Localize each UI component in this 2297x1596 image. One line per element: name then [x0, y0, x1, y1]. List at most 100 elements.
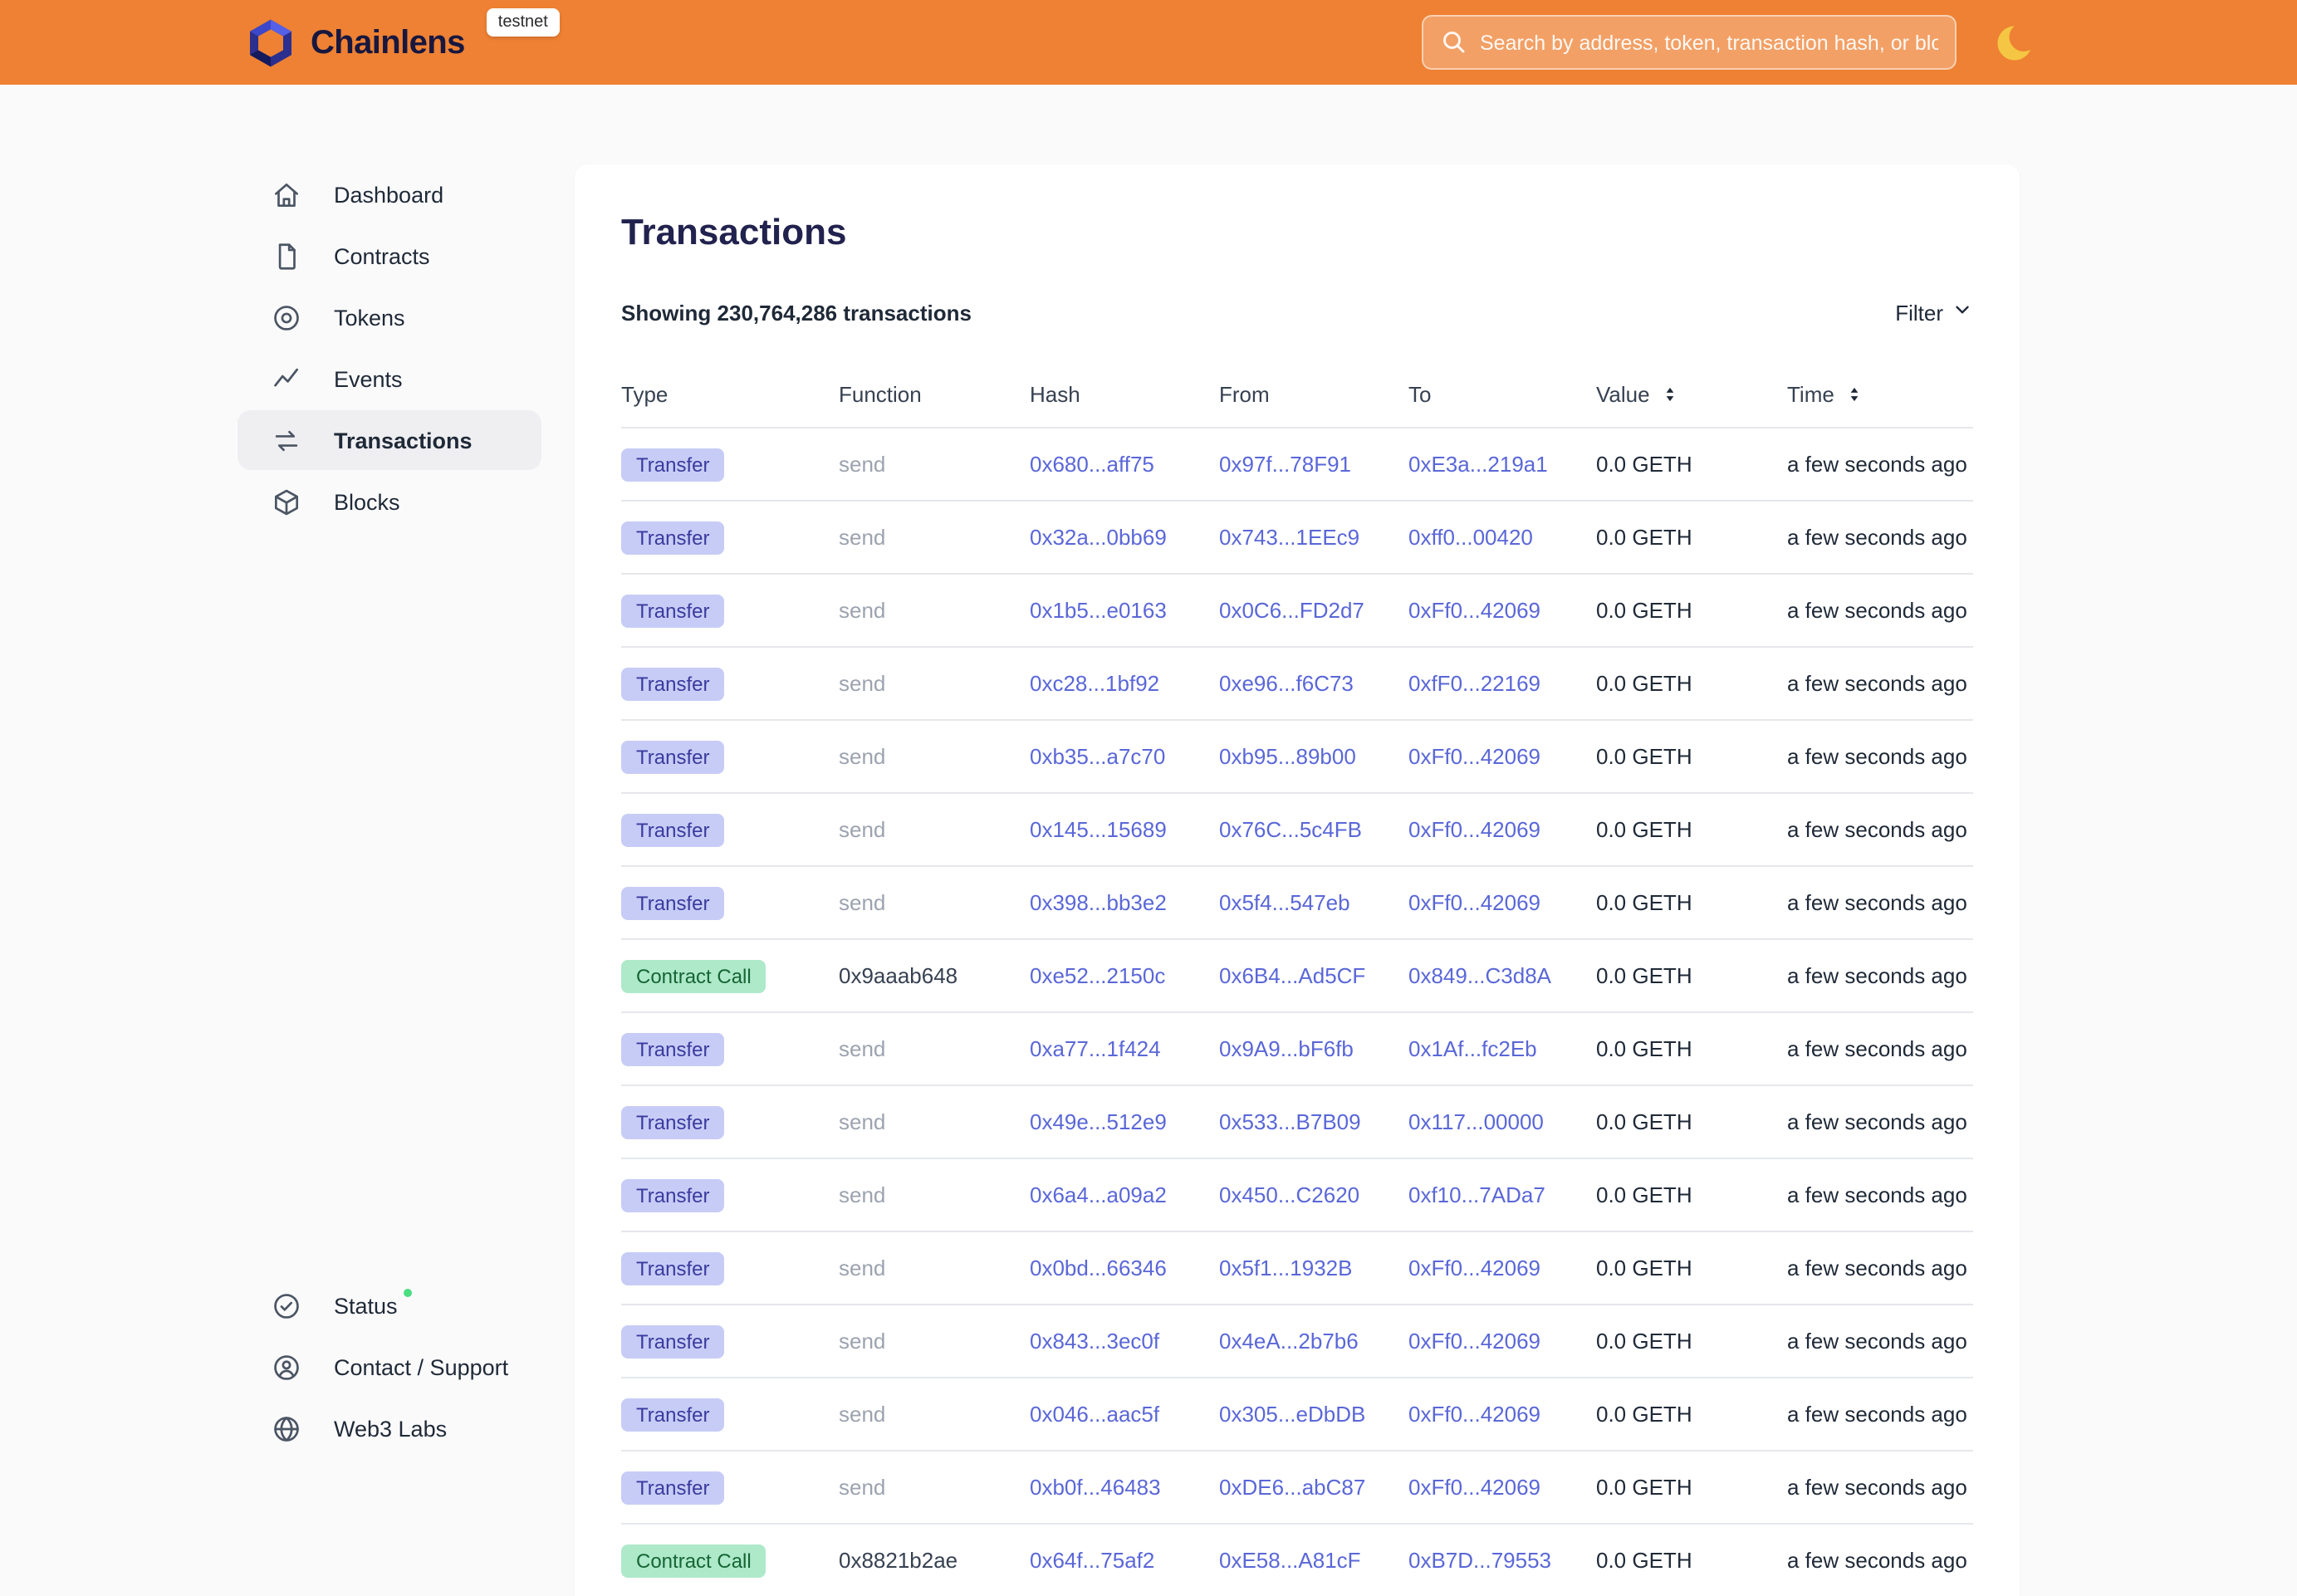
hash-link[interactable]: 0x1b5...e0163 [1030, 598, 1219, 623]
from-link[interactable]: 0x4eA...2b7b6 [1219, 1329, 1408, 1354]
value-cell: 0.0 GETH [1596, 1109, 1787, 1134]
to-link[interactable]: 0x1Af...fc2Eb [1408, 1036, 1596, 1061]
search-input[interactable] [1422, 15, 1957, 70]
status-check-circle-icon [271, 1290, 302, 1321]
type-badge: Transfer [621, 1398, 724, 1431]
function-cell: send [839, 525, 1030, 550]
to-link[interactable]: 0xFf0...42069 [1408, 1329, 1596, 1354]
hash-link[interactable]: 0x49e...512e9 [1030, 1109, 1219, 1134]
from-link[interactable]: 0xE58...A81cF [1219, 1548, 1408, 1573]
sidebar-item-contact-support[interactable]: Contact / Support [238, 1337, 541, 1397]
from-link[interactable]: 0x76C...5c4FB [1219, 817, 1408, 842]
activity-chart-icon [271, 363, 302, 394]
sidebar-item-tokens[interactable]: Tokens [238, 287, 541, 347]
from-link[interactable]: 0x6B4...Ad5CF [1219, 963, 1408, 988]
hash-link[interactable]: 0x680...aff75 [1030, 452, 1219, 477]
to-link[interactable]: 0xFf0...42069 [1408, 1256, 1596, 1280]
from-link[interactable]: 0x5f4...547eb [1219, 890, 1408, 915]
type-badge: Transfer [621, 667, 724, 700]
function-cell: 0x9aaab648 [839, 963, 1030, 988]
hash-link[interactable]: 0xb35...a7c70 [1030, 744, 1219, 769]
column-header-value: Value [1596, 382, 1787, 407]
page-title: Transactions [621, 211, 1973, 254]
to-link[interactable]: 0xFf0...42069 [1408, 744, 1596, 769]
hash-link[interactable]: 0x64f...75af2 [1030, 1548, 1219, 1573]
value-cell: 0.0 GETH [1596, 452, 1787, 477]
sidebar-item-blocks[interactable]: Blocks [238, 472, 541, 531]
time-cell: a few seconds ago [1787, 525, 1973, 550]
to-link[interactable]: 0xff0...00420 [1408, 525, 1596, 550]
to-link[interactable]: 0xFf0...42069 [1408, 817, 1596, 842]
from-link[interactable]: 0xb95...89b00 [1219, 744, 1408, 769]
from-link[interactable]: 0x743...1EEc9 [1219, 525, 1408, 550]
sidebar-item-label: Tokens [334, 305, 405, 330]
function-cell: send [839, 1475, 1030, 1500]
from-link[interactable]: 0xe96...f6C73 [1219, 671, 1408, 696]
top-header-bar: Chainlens testnet [0, 0, 2297, 85]
sidebar-item-label: Web3 Labs [334, 1416, 447, 1441]
function-cell: send [839, 1036, 1030, 1061]
time-cell: a few seconds ago [1787, 1329, 1973, 1354]
from-link[interactable]: 0xDE6...abC87 [1219, 1475, 1408, 1500]
type-badge: Transfer [621, 448, 724, 481]
to-link[interactable]: 0x117...00000 [1408, 1109, 1596, 1134]
support-person-circle-icon [271, 1351, 302, 1383]
from-link[interactable]: 0x97f...78F91 [1219, 452, 1408, 477]
function-cell: send [839, 1402, 1030, 1427]
table-row: Contract Call 0x8821b2ae 0x64f...75af2 0… [621, 1525, 1973, 1596]
from-link[interactable]: 0x9A9...bF6fb [1219, 1036, 1408, 1061]
filter-button[interactable]: Filter [1895, 299, 1973, 326]
to-link[interactable]: 0xFf0...42069 [1408, 598, 1596, 623]
type-badge: Transfer [621, 521, 724, 554]
from-link[interactable]: 0x450...C2620 [1219, 1182, 1408, 1207]
hash-link[interactable]: 0xb0f...46483 [1030, 1475, 1219, 1500]
sidebar-item-status[interactable]: Status [238, 1275, 541, 1335]
hash-link[interactable]: 0xa77...1f424 [1030, 1036, 1219, 1061]
to-link[interactable]: 0xFf0...42069 [1408, 890, 1596, 915]
type-badge: Transfer [621, 1178, 724, 1212]
sort-icon-value[interactable] [1660, 384, 1682, 405]
from-link[interactable]: 0x533...B7B09 [1219, 1109, 1408, 1134]
column-header-time-label: Time [1787, 382, 1834, 407]
to-link[interactable]: 0xB7D...79553 [1408, 1548, 1596, 1573]
hash-link[interactable]: 0x145...15689 [1030, 817, 1219, 842]
hash-link[interactable]: 0x0bd...66346 [1030, 1256, 1219, 1280]
from-link[interactable]: 0x305...eDbDB [1219, 1402, 1408, 1427]
table-row: Transfer send 0x32a...0bb69 0x743...1EEc… [621, 502, 1973, 575]
to-link[interactable]: 0xFf0...42069 [1408, 1475, 1596, 1500]
status-online-dot [404, 1288, 413, 1297]
to-link[interactable]: 0xFf0...42069 [1408, 1402, 1596, 1427]
search-icon [1438, 27, 1468, 56]
hash-link[interactable]: 0x843...3ec0f [1030, 1329, 1219, 1354]
to-link[interactable]: 0x849...C3d8A [1408, 963, 1596, 988]
time-cell: a few seconds ago [1787, 817, 1973, 842]
moon-icon[interactable] [1993, 21, 2036, 64]
function-cell: send [839, 452, 1030, 477]
hash-link[interactable]: 0xc28...1bf92 [1030, 671, 1219, 696]
hash-link[interactable]: 0x32a...0bb69 [1030, 525, 1219, 550]
column-header-type: Type [621, 382, 839, 407]
to-link[interactable]: 0xfF0...22169 [1408, 671, 1596, 696]
value-cell: 0.0 GETH [1596, 890, 1787, 915]
hash-link[interactable]: 0x6a4...a09a2 [1030, 1182, 1219, 1207]
hash-link[interactable]: 0x046...aac5f [1030, 1402, 1219, 1427]
table-row: Transfer send 0xa77...1f424 0x9A9...bF6f… [621, 1013, 1973, 1086]
table-row: Transfer send 0x680...aff75 0x97f...78F9… [621, 428, 1973, 502]
value-cell: 0.0 GETH [1596, 1329, 1787, 1354]
sidebar-item-transactions[interactable]: Transactions [238, 410, 541, 470]
function-cell: send [839, 1256, 1030, 1280]
hash-link[interactable]: 0x398...bb3e2 [1030, 890, 1219, 915]
from-link[interactable]: 0x5f1...1932B [1219, 1256, 1408, 1280]
hash-link[interactable]: 0xe52...2150c [1030, 963, 1219, 988]
brand-logo[interactable]: Chainlens testnet [246, 17, 560, 67]
sidebar-item-events[interactable]: Events [238, 349, 541, 409]
to-link[interactable]: 0xf10...7ADa7 [1408, 1182, 1596, 1207]
sidebar-item-web3-labs[interactable]: Web3 Labs [238, 1398, 541, 1458]
type-badge: Transfer [621, 1105, 724, 1138]
sidebar-item-contracts[interactable]: Contracts [238, 226, 541, 286]
sidebar-item-dashboard[interactable]: Dashboard [238, 164, 541, 224]
sort-icon-time[interactable] [1844, 384, 1866, 405]
from-link[interactable]: 0x0C6...FD2d7 [1219, 598, 1408, 623]
value-cell: 0.0 GETH [1596, 1548, 1787, 1573]
to-link[interactable]: 0xE3a...219a1 [1408, 452, 1596, 477]
